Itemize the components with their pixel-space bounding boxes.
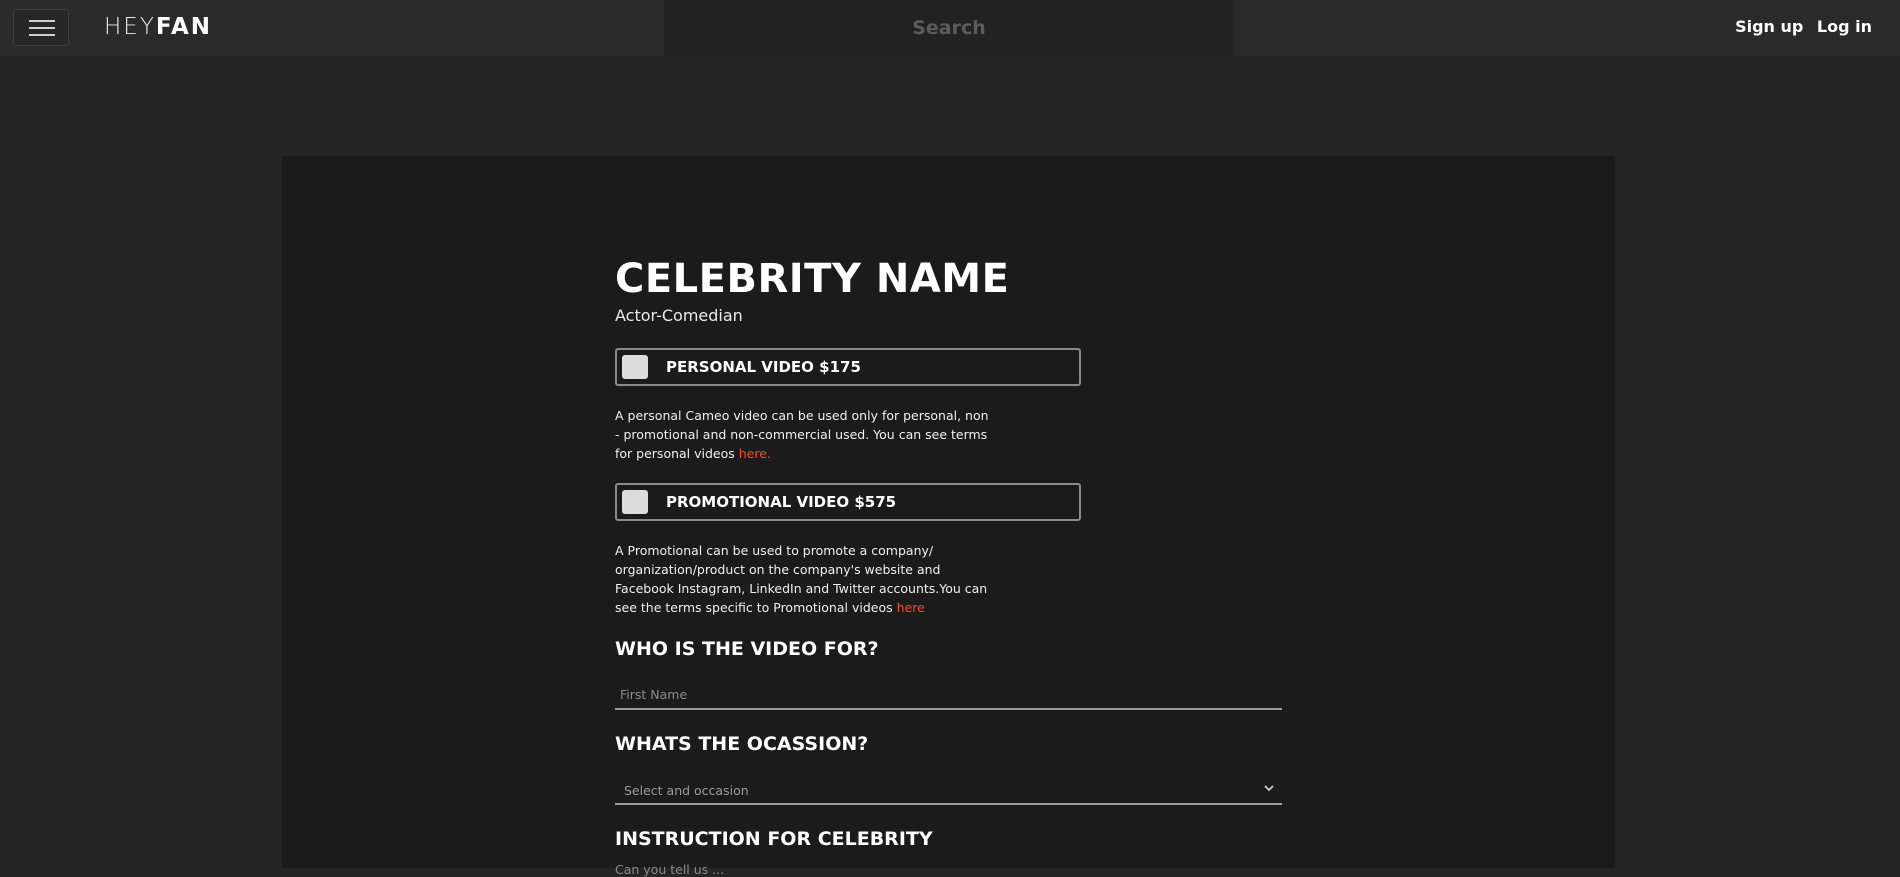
- who-is-video-for-heading: WHO IS THE VIDEO FOR?: [615, 638, 879, 660]
- promotional-video-description: A Promotional can be used to promote a c…: [615, 541, 995, 617]
- promotional-video-option[interactable]: PROMOTIONAL VIDEO $575: [615, 483, 1081, 521]
- promotional-terms-link[interactable]: here: [897, 600, 925, 615]
- promotional-video-checkbox[interactable]: [622, 490, 648, 514]
- instruction-hint: Can you tell us ...: [615, 862, 725, 877]
- occasion-select-value: Select and occasion: [624, 783, 749, 798]
- personal-video-option[interactable]: PERSONAL VIDEO $175: [615, 348, 1081, 386]
- personal-video-checkbox[interactable]: [622, 355, 648, 379]
- celebrity-name: CELEBRITY NAME: [615, 256, 1010, 302]
- promotional-video-label: PROMOTIONAL VIDEO $575: [666, 493, 897, 511]
- personal-video-description-text: A personal Cameo video can be used only …: [615, 408, 989, 461]
- celebrity-title: Actor-Comedian: [615, 306, 743, 325]
- personal-video-label: PERSONAL VIDEO $175: [666, 358, 861, 376]
- first-name-input[interactable]: [615, 680, 1282, 710]
- promotional-video-description-text: A Promotional can be used to promote a c…: [615, 543, 988, 615]
- instruction-heading: INSTRUCTION FOR CELEBRITY: [615, 828, 933, 850]
- logo-text-bold: FAN: [155, 14, 213, 40]
- occasion-heading: WHATS THE OCASSION?: [615, 733, 869, 755]
- signup-link[interactable]: Sign up: [1735, 17, 1803, 36]
- menu-icon[interactable]: [13, 9, 69, 46]
- search-bar: [664, 0, 1234, 56]
- booking-panel: CELEBRITY NAME Actor-Comedian PERSONAL V…: [282, 156, 1615, 877]
- top-nav-bar: HEYFAN Sign up Log in: [0, 0, 1900, 56]
- personal-video-description: A personal Cameo video can be used only …: [615, 406, 995, 463]
- search-input[interactable]: [664, 0, 1234, 56]
- auth-links: Sign up Log in: [1727, 17, 1872, 36]
- personal-terms-link[interactable]: here.: [739, 446, 771, 461]
- login-link[interactable]: Log in: [1817, 17, 1872, 36]
- occasion-select[interactable]: Select and occasion: [615, 775, 1282, 805]
- chevron-down-icon: [1264, 785, 1274, 792]
- logo-text-light: HEY: [104, 14, 156, 40]
- heyfan-logo[interactable]: HEYFAN: [104, 13, 212, 41]
